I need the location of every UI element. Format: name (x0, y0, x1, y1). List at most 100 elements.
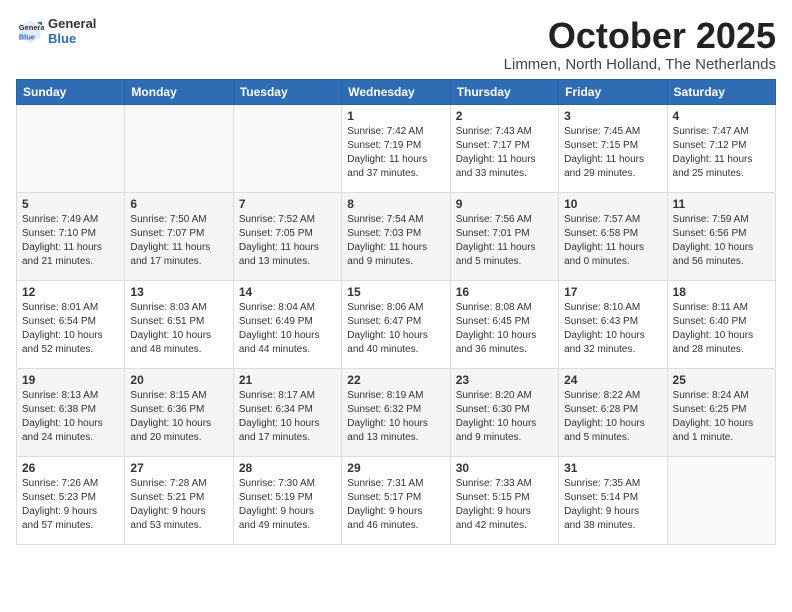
day-info: Sunrise: 8:03 AM Sunset: 6:51 PM Dayligh… (130, 301, 227, 357)
day-info: Sunrise: 7:28 AM Sunset: 5:21 PM Dayligh… (130, 477, 227, 533)
week-row-1: 1 Sunrise: 7:42 AM Sunset: 7:19 PM Daylig… (17, 104, 776, 192)
day-cell: 25Sunrise: 8:24 AM Sunset: 6:25 PM Dayli… (667, 368, 775, 456)
day-info: Sunrise: 7:42 AM Sunset: 7:19 PM Dayligh… (347, 125, 444, 181)
logo: General Blue General Blue (16, 16, 96, 46)
logo-blue-text: Blue (48, 31, 96, 46)
month-title: October 2025 (504, 16, 776, 56)
day-info: Sunrise: 8:19 AM Sunset: 6:32 PM Dayligh… (347, 389, 444, 445)
day-info: Sunrise: 7:52 AM Sunset: 7:05 PM Dayligh… (239, 213, 336, 269)
day-cell (233, 104, 341, 192)
day-cell: 10 Sunrise: 7:57 AM Sunset: 6:58 PM Dayli… (559, 192, 667, 280)
day-info: Sunrise: 7:30 AM Sunset: 5:19 PM Dayligh… (239, 477, 336, 533)
day-info: Sunrise: 7:49 AM Sunset: 7:10 PM Dayligh… (22, 213, 119, 269)
day-number: 12 (22, 285, 119, 299)
day-info: Sunrise: 7:50 AM Sunset: 7:07 PM Dayligh… (130, 213, 227, 269)
title-section: October 2025 Limmen, North Holland, The … (504, 16, 776, 73)
day-number: 5 (22, 197, 119, 211)
day-cell: 11Sunrise: 7:59 AM Sunset: 6:56 PM Dayli… (667, 192, 775, 280)
location-text: Limmen, North Holland, The Netherlands (504, 56, 776, 73)
column-header-sunday: Sunday (17, 79, 125, 104)
calendar-table: SundayMondayTuesdayWednesdayThursdayFrid… (16, 79, 776, 545)
day-number: 24 (564, 373, 661, 387)
logo-icon: General Blue (16, 17, 44, 45)
day-info: Sunrise: 8:11 AM Sunset: 6:40 PM Dayligh… (673, 301, 770, 357)
day-cell: 4 Sunrise: 7:47 AM Sunset: 7:12 PM Daylig… (667, 104, 775, 192)
svg-text:Blue: Blue (19, 32, 35, 41)
day-cell: 27 Sunrise: 7:28 AM Sunset: 5:21 PM Dayli… (125, 456, 233, 544)
day-info: Sunrise: 7:57 AM Sunset: 6:58 PM Dayligh… (564, 213, 661, 269)
day-number: 17 (564, 285, 661, 299)
day-info: Sunrise: 8:17 AM Sunset: 6:34 PM Dayligh… (239, 389, 336, 445)
day-info: Sunrise: 7:45 AM Sunset: 7:15 PM Dayligh… (564, 125, 661, 181)
day-number: 26 (22, 461, 119, 475)
day-cell: 21 Sunrise: 8:17 AM Sunset: 6:34 PM Dayli… (233, 368, 341, 456)
column-header-monday: Monday (125, 79, 233, 104)
day-number: 6 (130, 197, 227, 211)
column-header-tuesday: Tuesday (233, 79, 341, 104)
day-number: 31 (564, 461, 661, 475)
day-cell: 7 Sunrise: 7:52 AM Sunset: 7:05 PM Daylig… (233, 192, 341, 280)
day-number: 19 (22, 373, 119, 387)
day-info: Sunrise: 8:22 AM Sunset: 6:28 PM Dayligh… (564, 389, 661, 445)
day-cell: 29Sunrise: 7:31 AM Sunset: 5:17 PM Dayli… (342, 456, 450, 544)
day-info: Sunrise: 8:08 AM Sunset: 6:45 PM Dayligh… (456, 301, 553, 357)
day-number: 8 (347, 197, 444, 211)
day-number: 1 (347, 109, 444, 123)
column-header-wednesday: Wednesday (342, 79, 450, 104)
week-row-5: 26 Sunrise: 7:26 AM Sunset: 5:23 PM Dayli… (17, 456, 776, 544)
day-info: Sunrise: 8:13 AM Sunset: 6:38 PM Dayligh… (22, 389, 119, 445)
day-cell: 5 Sunrise: 7:49 AM Sunset: 7:10 PM Daylig… (17, 192, 125, 280)
week-row-4: 19 Sunrise: 8:13 AM Sunset: 6:38 PM Dayli… (17, 368, 776, 456)
day-info: Sunrise: 7:35 AM Sunset: 5:14 PM Dayligh… (564, 477, 661, 533)
day-cell: 14 Sunrise: 8:04 AM Sunset: 6:49 PM Dayli… (233, 280, 341, 368)
day-number: 13 (130, 285, 227, 299)
day-cell: 24 Sunrise: 8:22 AM Sunset: 6:28 PM Dayli… (559, 368, 667, 456)
day-cell: 1 Sunrise: 7:42 AM Sunset: 7:19 PM Daylig… (342, 104, 450, 192)
day-info: Sunrise: 8:24 AM Sunset: 6:25 PM Dayligh… (673, 389, 770, 445)
day-number: 11 (673, 197, 770, 211)
day-cell: 12 Sunrise: 8:01 AM Sunset: 6:54 PM Dayli… (17, 280, 125, 368)
day-info: Sunrise: 8:15 AM Sunset: 6:36 PM Dayligh… (130, 389, 227, 445)
day-cell: 18Sunrise: 8:11 AM Sunset: 6:40 PM Dayli… (667, 280, 775, 368)
day-cell: 9 Sunrise: 7:56 AM Sunset: 7:01 PM Daylig… (450, 192, 558, 280)
day-number: 9 (456, 197, 553, 211)
day-number: 14 (239, 285, 336, 299)
day-cell: 16 Sunrise: 8:08 AM Sunset: 6:45 PM Dayli… (450, 280, 558, 368)
day-number: 29 (347, 461, 444, 475)
day-info: Sunrise: 8:01 AM Sunset: 6:54 PM Dayligh… (22, 301, 119, 357)
day-cell (125, 104, 233, 192)
day-number: 4 (673, 109, 770, 123)
day-cell: 2Sunrise: 7:43 AM Sunset: 7:17 PM Daylig… (450, 104, 558, 192)
day-cell: 30 Sunrise: 7:33 AM Sunset: 5:15 PM Dayli… (450, 456, 558, 544)
day-number: 7 (239, 197, 336, 211)
day-cell: 17 Sunrise: 8:10 AM Sunset: 6:43 PM Dayli… (559, 280, 667, 368)
day-number: 22 (347, 373, 444, 387)
day-number: 10 (564, 197, 661, 211)
week-row-3: 12 Sunrise: 8:01 AM Sunset: 6:54 PM Dayli… (17, 280, 776, 368)
column-header-friday: Friday (559, 79, 667, 104)
day-cell (17, 104, 125, 192)
day-number: 16 (456, 285, 553, 299)
day-cell: 8 Sunrise: 7:54 AM Sunset: 7:03 PM Daylig… (342, 192, 450, 280)
day-info: Sunrise: 7:33 AM Sunset: 5:15 PM Dayligh… (456, 477, 553, 533)
day-number: 30 (456, 461, 553, 475)
week-row-2: 5 Sunrise: 7:49 AM Sunset: 7:10 PM Daylig… (17, 192, 776, 280)
day-number: 2 (456, 109, 553, 123)
day-number: 15 (347, 285, 444, 299)
day-number: 3 (564, 109, 661, 123)
day-info: Sunrise: 7:47 AM Sunset: 7:12 PM Dayligh… (673, 125, 770, 181)
day-cell: 22 Sunrise: 8:19 AM Sunset: 6:32 PM Dayli… (342, 368, 450, 456)
day-number: 27 (130, 461, 227, 475)
day-cell: 15Sunrise: 8:06 AM Sunset: 6:47 PM Dayli… (342, 280, 450, 368)
day-number: 21 (239, 373, 336, 387)
day-cell: 19 Sunrise: 8:13 AM Sunset: 6:38 PM Dayli… (17, 368, 125, 456)
day-info: Sunrise: 7:56 AM Sunset: 7:01 PM Dayligh… (456, 213, 553, 269)
day-info: Sunrise: 8:10 AM Sunset: 6:43 PM Dayligh… (564, 301, 661, 357)
day-cell: 23Sunrise: 8:20 AM Sunset: 6:30 PM Dayli… (450, 368, 558, 456)
day-number: 23 (456, 373, 553, 387)
day-info: Sunrise: 8:04 AM Sunset: 6:49 PM Dayligh… (239, 301, 336, 357)
page-header: General Blue General Blue October 2025 L… (16, 16, 776, 73)
day-cell (667, 456, 775, 544)
day-info: Sunrise: 7:26 AM Sunset: 5:23 PM Dayligh… (22, 477, 119, 533)
day-info: Sunrise: 7:54 AM Sunset: 7:03 PM Dayligh… (347, 213, 444, 269)
